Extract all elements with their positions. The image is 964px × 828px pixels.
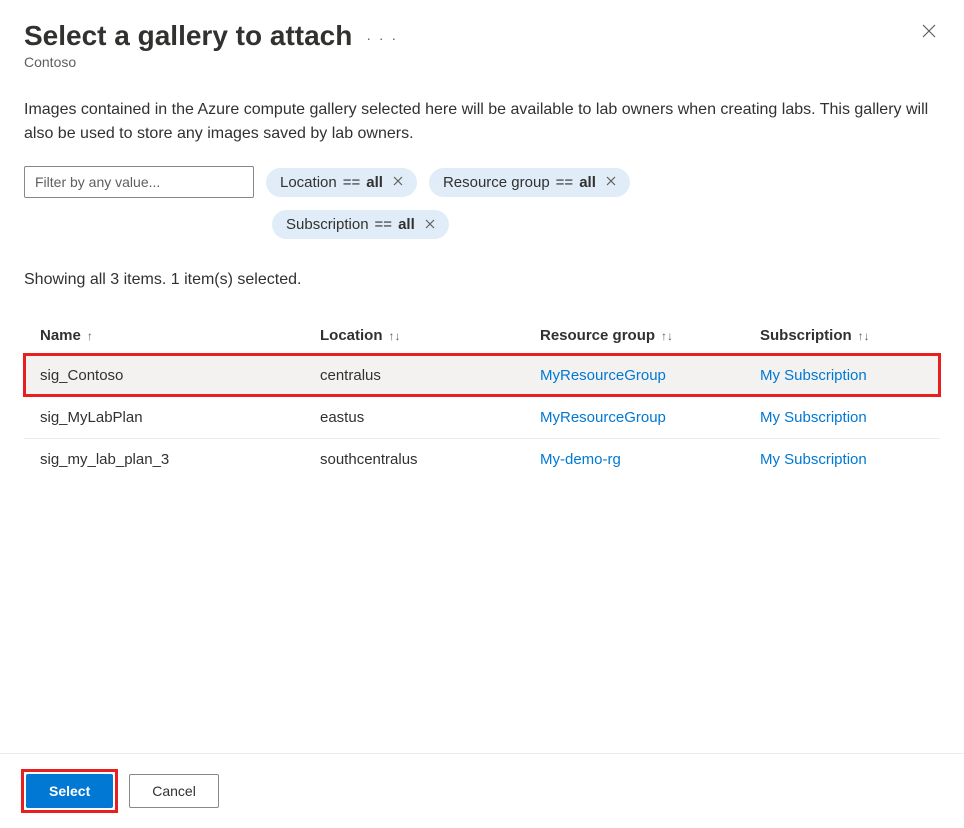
resource-group-link[interactable]: MyResourceGroup bbox=[540, 367, 760, 384]
column-label: Location bbox=[320, 327, 383, 344]
cell-name: sig_MyLabPlan bbox=[40, 409, 320, 426]
status-text: Showing all 3 items. 1 item(s) selected. bbox=[24, 271, 940, 289]
filter-input[interactable] bbox=[24, 166, 254, 198]
pill-value: all bbox=[579, 174, 596, 191]
cell-name: sig_my_lab_plan_3 bbox=[40, 451, 320, 468]
pill-label: Subscription bbox=[286, 216, 369, 233]
remove-filter-icon[interactable] bbox=[393, 175, 403, 189]
resource-group-link[interactable]: My-demo-rg bbox=[540, 451, 760, 468]
pill-eq: == bbox=[375, 216, 393, 233]
subscription-link[interactable]: My Subscription bbox=[760, 409, 924, 426]
more-actions-icon[interactable]: · · · bbox=[366, 26, 398, 46]
cell-location: southcentralus bbox=[320, 451, 540, 468]
cancel-button[interactable]: Cancel bbox=[129, 774, 219, 808]
pill-label: Resource group bbox=[443, 174, 550, 191]
table-row[interactable]: sig_MyLabPlan eastus MyResourceGroup My … bbox=[24, 396, 940, 438]
select-button-highlight: Select bbox=[24, 772, 115, 810]
remove-filter-icon[interactable] bbox=[606, 175, 616, 189]
cell-location: centralus bbox=[320, 367, 540, 384]
pill-value: all bbox=[398, 216, 415, 233]
resource-group-link[interactable]: MyResourceGroup bbox=[540, 409, 760, 426]
page-title: Select a gallery to attach bbox=[24, 20, 352, 52]
pill-value: all bbox=[366, 174, 383, 191]
filter-pill-subscription[interactable]: Subscription == all bbox=[272, 210, 449, 239]
gallery-table: Name ↑ Location ↑↓ Resource group ↑↓ Sub… bbox=[24, 317, 940, 480]
column-header-subscription[interactable]: Subscription ↑↓ bbox=[760, 327, 924, 344]
column-label: Subscription bbox=[760, 327, 852, 344]
pill-eq: == bbox=[343, 174, 361, 191]
footer-bar: Select Cancel bbox=[0, 753, 964, 828]
select-button[interactable]: Select bbox=[26, 774, 113, 808]
pill-eq: == bbox=[556, 174, 574, 191]
remove-filter-icon[interactable] bbox=[425, 218, 435, 232]
table-row[interactable]: sig_my_lab_plan_3 southcentralus My-demo… bbox=[24, 438, 940, 480]
close-button[interactable] bbox=[918, 20, 940, 46]
subscription-link[interactable]: My Subscription bbox=[760, 451, 924, 468]
column-label: Resource group bbox=[540, 327, 655, 344]
table-header: Name ↑ Location ↑↓ Resource group ↑↓ Sub… bbox=[24, 317, 940, 354]
column-header-location[interactable]: Location ↑↓ bbox=[320, 327, 540, 344]
filter-pill-resource-group[interactable]: Resource group == all bbox=[429, 168, 630, 197]
cell-location: eastus bbox=[320, 409, 540, 426]
sort-icon: ↑↓ bbox=[389, 329, 401, 343]
column-header-name[interactable]: Name ↑ bbox=[40, 327, 320, 344]
cell-name: sig_Contoso bbox=[40, 367, 320, 384]
subscription-link[interactable]: My Subscription bbox=[760, 367, 924, 384]
table-row[interactable]: sig_Contoso centralus MyResourceGroup My… bbox=[24, 354, 940, 396]
sort-icon: ↑↓ bbox=[661, 329, 673, 343]
pill-label: Location bbox=[280, 174, 337, 191]
sort-icon: ↑↓ bbox=[858, 329, 870, 343]
filter-pill-location[interactable]: Location == all bbox=[266, 168, 417, 197]
column-header-resource-group[interactable]: Resource group ↑↓ bbox=[540, 327, 760, 344]
breadcrumb: Contoso bbox=[24, 54, 398, 70]
column-label: Name bbox=[40, 327, 81, 344]
description-text: Images contained in the Azure compute ga… bbox=[24, 98, 940, 146]
sort-asc-icon: ↑ bbox=[87, 329, 93, 343]
